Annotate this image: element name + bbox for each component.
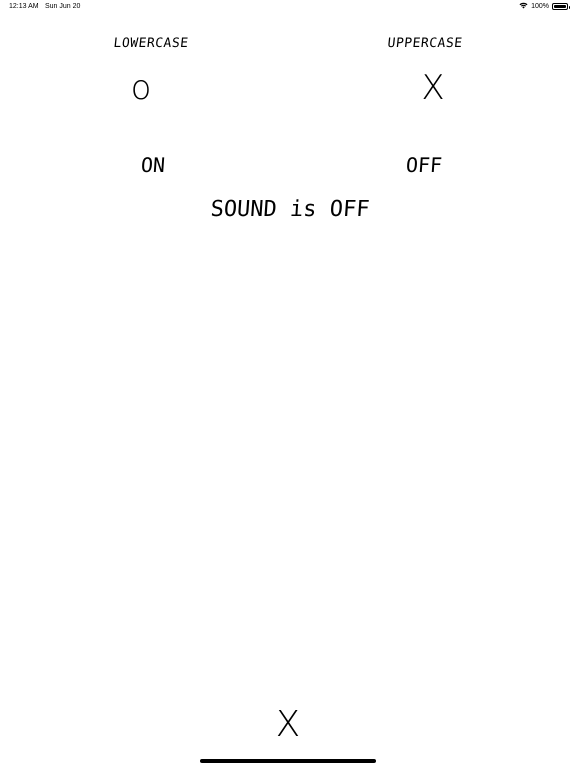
uppercase-letter[interactable]: X bbox=[421, 68, 444, 108]
current-letter: X bbox=[275, 704, 301, 745]
status-right: 100% bbox=[519, 2, 570, 11]
sound-status-text: SOUND is OFF bbox=[209, 197, 371, 222]
battery-tip bbox=[568, 5, 570, 9]
battery-fill bbox=[554, 5, 566, 8]
wifi-icon bbox=[519, 2, 528, 11]
status-bar: 12:13 AM Sun Jun 20 100% bbox=[0, 0, 576, 14]
lowercase-label[interactable]: LOWERCASE bbox=[113, 36, 190, 51]
uppercase-label[interactable]: UPPERCASE bbox=[387, 36, 464, 51]
sound-on-button[interactable]: ON bbox=[140, 153, 166, 177]
battery-icon bbox=[552, 3, 570, 10]
sound-off-button[interactable]: OFF bbox=[405, 153, 443, 177]
lowercase-letter[interactable]: o bbox=[131, 68, 152, 108]
status-date: Sun Jun 20 bbox=[45, 3, 81, 10]
status-time: 12:13 AM bbox=[9, 3, 39, 10]
home-indicator[interactable] bbox=[200, 759, 376, 763]
battery-percent: 100% bbox=[531, 3, 549, 10]
